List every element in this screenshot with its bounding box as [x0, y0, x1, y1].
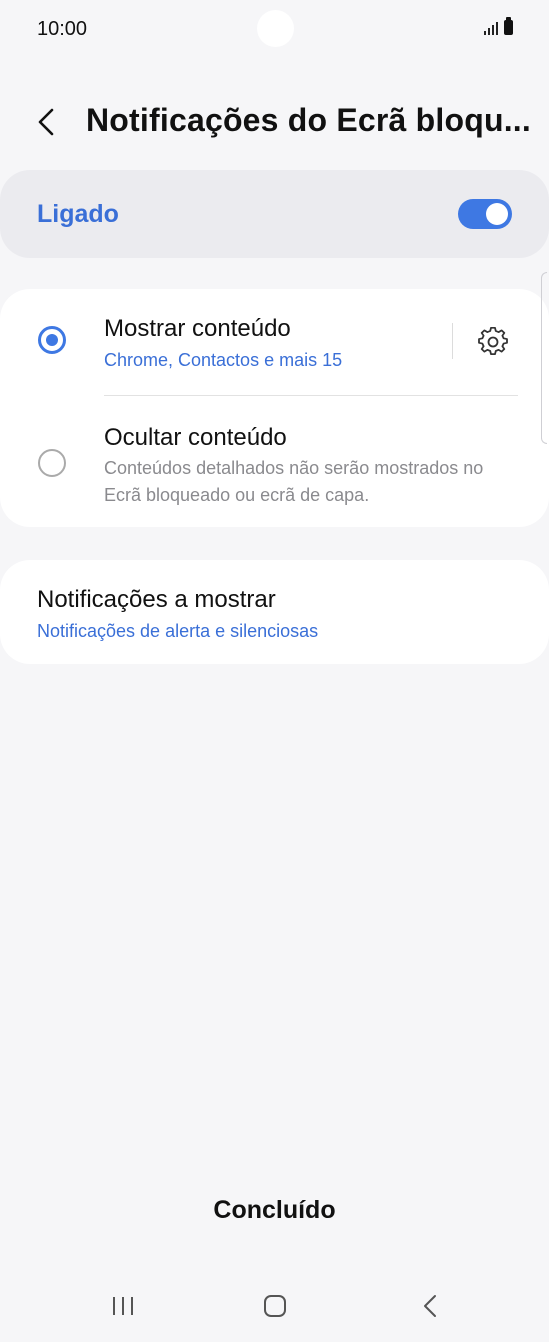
recent-apps-icon[interactable] — [110, 1295, 136, 1317]
battery-icon — [504, 17, 513, 35]
toggle-knob — [486, 203, 508, 225]
notifications-to-show-title[interactable]: Notificações a mostrar — [37, 586, 276, 614]
status-time: 10:00 — [37, 18, 88, 40]
show-content-subtitle: Chrome, Contactos e mais 15 — [104, 350, 343, 370]
scrollbar[interactable] — [541, 272, 547, 444]
app-header: Notificações do Ecrã bloqu... — [0, 90, 549, 154]
master-switch-toggle[interactable] — [458, 199, 512, 229]
options-divider — [104, 395, 518, 396]
show-content-title[interactable]: Mostrar conteúdo — [104, 315, 291, 343]
done-button[interactable]: Concluído — [0, 1196, 549, 1225]
vertical-divider — [452, 323, 453, 359]
hide-content-radio[interactable] — [38, 449, 66, 477]
page-title: Notificações do Ecrã bloqu... — [86, 102, 531, 138]
signal-icon — [484, 21, 498, 35]
show-content-radio[interactable] — [38, 326, 66, 354]
gear-icon[interactable] — [478, 327, 508, 357]
notifications-to-show-subtitle: Notificações de alerta e silenciosas — [37, 621, 319, 641]
nav-back-icon[interactable] — [420, 1293, 440, 1319]
back-arrow-icon[interactable] — [30, 102, 66, 142]
hide-content-subtitle: Conteúdos detalhados não serão mostrados… — [104, 458, 484, 505]
status-icons — [484, 17, 513, 35]
navigation-bar — [0, 1280, 549, 1332]
camera-cutout — [257, 10, 294, 47]
status-bar: 10:00 — [0, 0, 549, 60]
hide-content-title[interactable]: Ocultar conteúdo — [104, 424, 287, 452]
home-icon[interactable] — [264, 1295, 286, 1317]
master-switch-label: Ligado — [37, 200, 119, 228]
